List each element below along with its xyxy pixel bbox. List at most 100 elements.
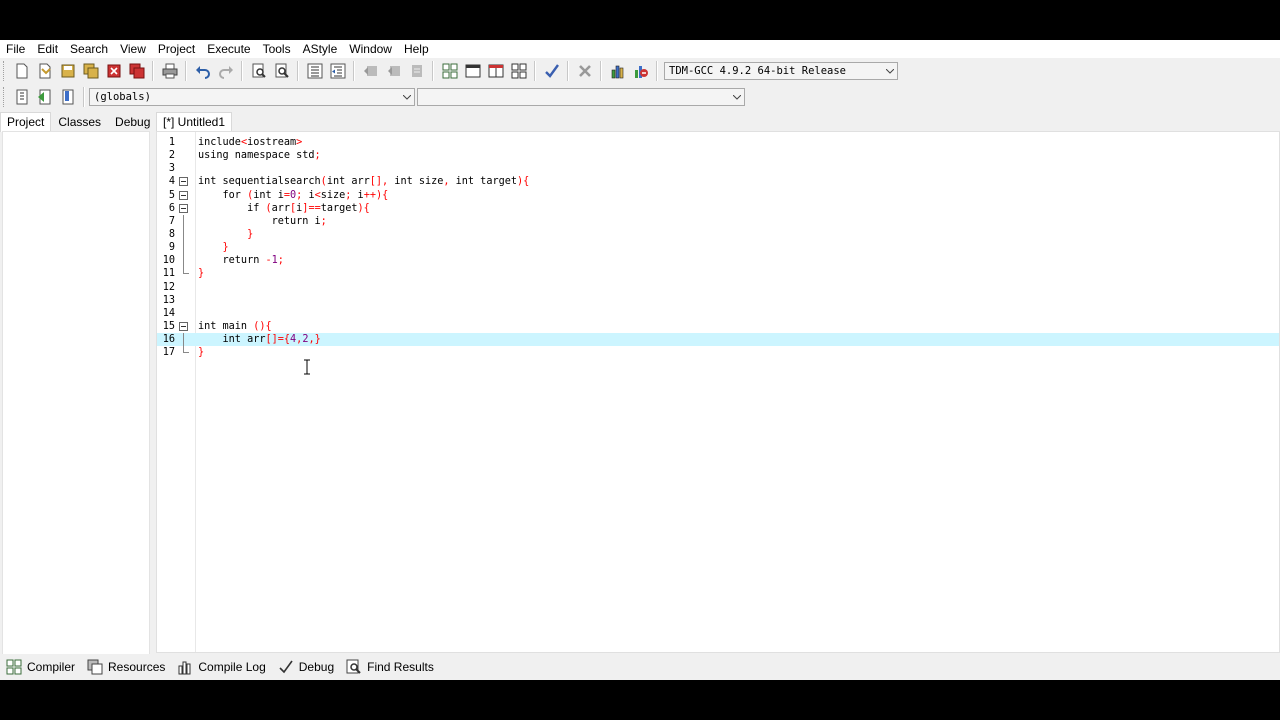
undo-button[interactable]: [192, 60, 214, 82]
line-text: using namespace std;: [198, 150, 321, 162]
resources-icon: [87, 659, 103, 675]
redo-button[interactable]: [215, 60, 237, 82]
chart-button[interactable]: [607, 60, 629, 82]
code-line[interactable]: 9 }: [157, 241, 1279, 255]
current-code-line[interactable]: 16 int arr[]={4,2,}: [157, 333, 1279, 347]
find-button[interactable]: [248, 60, 270, 82]
toolbar-separator: [83, 87, 85, 107]
toggle-bookmark-button[interactable]: [34, 86, 56, 108]
tab-project[interactable]: Project: [0, 112, 52, 132]
code-line[interactable]: 8 }: [157, 227, 1279, 242]
menu-search[interactable]: Search: [64, 40, 114, 58]
toolbar-separator: [432, 61, 434, 81]
stop-button[interactable]: [574, 60, 596, 82]
menu-help[interactable]: Help: [398, 40, 435, 58]
tab-classes[interactable]: Classes: [51, 112, 108, 132]
symbol-select[interactable]: [417, 88, 745, 106]
save-all-button[interactable]: [80, 60, 102, 82]
save-button[interactable]: [57, 60, 79, 82]
goto-bookmark-button[interactable]: [57, 86, 79, 108]
toolbar-separator: [297, 61, 299, 81]
line-text: }: [198, 347, 205, 359]
window-button[interactable]: [462, 60, 484, 82]
code-line[interactable]: 14: [157, 307, 1279, 320]
unindent-button[interactable]: [327, 60, 349, 82]
project-browser-panel[interactable]: [2, 131, 150, 655]
scope-select[interactable]: (globals): [89, 88, 415, 106]
tab-label: Find Results: [367, 660, 434, 674]
check-syntax-button[interactable]: [541, 60, 563, 82]
menu-window[interactable]: Window: [343, 40, 398, 58]
menu-edit[interactable]: Edit: [31, 40, 64, 58]
menu-execute[interactable]: Execute: [201, 40, 256, 58]
menu-file[interactable]: File: [0, 40, 31, 58]
code-line[interactable]: 5 for (int i=0; i<size; i++){: [157, 189, 1279, 202]
open-button[interactable]: [34, 60, 56, 82]
close-file-button[interactable]: [103, 60, 125, 82]
line-text: }: [198, 268, 205, 280]
goto-button[interactable]: [406, 60, 428, 82]
replace-button[interactable]: [271, 60, 293, 82]
line-number: 1: [168, 137, 175, 148]
code-line[interactable]: 2 using namespace std;: [157, 149, 1279, 162]
line-text: for (int i=0; i<size; i++){: [198, 189, 389, 201]
toolbar-separator: [534, 61, 536, 81]
fold-toggle-icon[interactable]: [179, 203, 188, 213]
tab-compile-log[interactable]: Compile Log: [177, 659, 266, 675]
line-number: 7: [168, 215, 175, 227]
menu-tools[interactable]: Tools: [257, 40, 297, 58]
code-line[interactable]: 1 include<iostream>: [157, 136, 1279, 149]
editor-tabs: [*] Untitled1: [156, 112, 233, 132]
line-number: 12: [162, 281, 175, 293]
code-line[interactable]: 10 return -1;: [157, 254, 1279, 268]
code-line[interactable]: 4 int sequentialsearch(int arr[], int siz…: [157, 175, 1279, 188]
menu-bar: File Edit Search View Project Execute To…: [0, 40, 1280, 58]
tab-resources[interactable]: Resources: [87, 659, 165, 675]
insert-button[interactable]: [11, 86, 33, 108]
fold-toggle-icon[interactable]: [179, 177, 188, 187]
fold-end-marker: [183, 267, 189, 275]
left-panel-tabs: Project Classes Debug: [0, 112, 157, 132]
toolbar-grip[interactable]: [3, 61, 7, 81]
tab-untitled1[interactable]: [*] Untitled1: [156, 112, 233, 132]
toolbar-grip[interactable]: [3, 87, 7, 107]
line-text: }: [222, 242, 229, 254]
line-text: include<iostream>: [198, 137, 303, 148]
code-lines: 1 include<iostream> 2 using namespace std;…: [157, 136, 1279, 359]
back-button[interactable]: [360, 60, 382, 82]
layout-button[interactable]: [485, 60, 507, 82]
code-editor[interactable]: 1 include<iostream> 2 using namespace std;…: [156, 131, 1280, 653]
menu-astyle[interactable]: AStyle: [297, 40, 344, 58]
menu-view[interactable]: View: [114, 40, 152, 58]
tab-debug-output[interactable]: Debug: [278, 659, 334, 675]
menu-project[interactable]: Project: [152, 40, 201, 58]
compiler-select[interactable]: TDM-GCC 4.9.2 64-bit Release: [664, 62, 898, 80]
fold-toggle-icon[interactable]: [179, 190, 188, 200]
tab-find-results[interactable]: Find Results: [346, 659, 434, 675]
compile-log-icon: [178, 661, 191, 675]
code-line[interactable]: 3: [157, 162, 1279, 175]
print-icon[interactable]: [159, 60, 181, 82]
forward-button[interactable]: [383, 60, 405, 82]
fold-toggle-icon[interactable]: [179, 321, 188, 331]
profile-button[interactable]: [630, 60, 652, 82]
close-all-button[interactable]: [126, 60, 148, 82]
fold-end-marker: [183, 346, 189, 354]
line-text: int main (){: [198, 320, 272, 332]
tile-button[interactable]: [508, 60, 530, 82]
indent-button[interactable]: [304, 60, 326, 82]
tab-compiler[interactable]: Compiler: [6, 659, 75, 675]
code-line[interactable]: 6 if (arr[i]==target){: [157, 202, 1279, 215]
new-file-button[interactable]: [11, 60, 33, 82]
code-line[interactable]: 15 int main (){: [157, 320, 1279, 333]
project-grid-button[interactable]: [439, 60, 461, 82]
code-line[interactable]: 11}: [157, 267, 1279, 280]
dev-cpp-window: File Edit Search View Project Execute To…: [0, 40, 1280, 680]
line-number: 8: [168, 228, 175, 240]
line-number: 2: [168, 150, 175, 162]
code-line[interactable]: 12: [157, 281, 1279, 294]
code-line[interactable]: 17}: [157, 346, 1279, 359]
code-line[interactable]: 13: [157, 294, 1279, 307]
code-line[interactable]: 7 return i;: [157, 214, 1279, 228]
tab-debug[interactable]: Debug: [108, 112, 157, 132]
